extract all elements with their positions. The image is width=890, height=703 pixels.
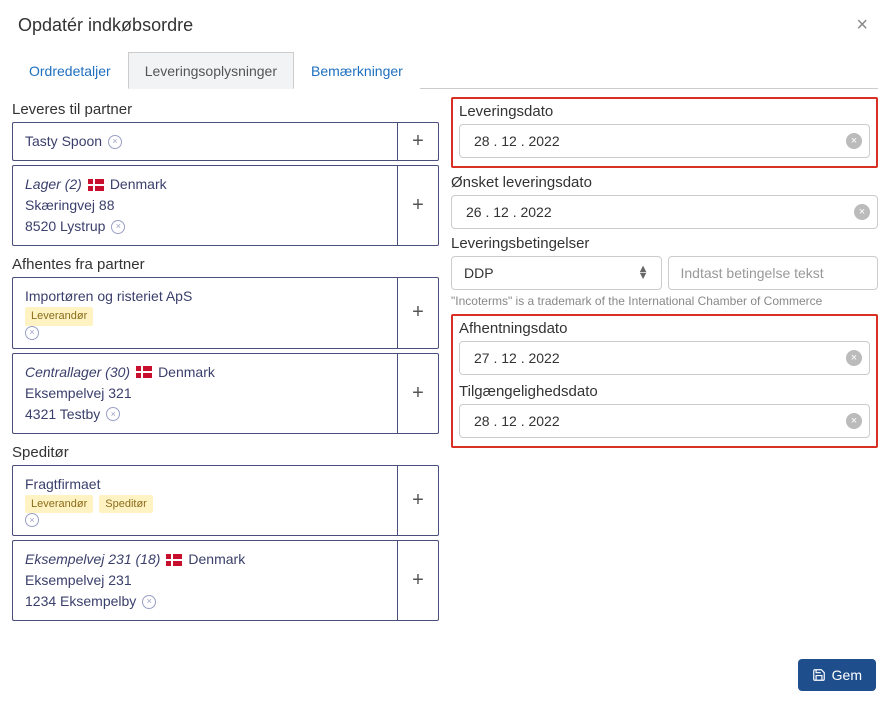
delivery-date-block: Leveringsdato × [451,97,878,168]
availability-date-input[interactable] [459,404,870,438]
delivery-date-label: Leveringsdato [459,103,870,120]
clear-icon[interactable]: × [25,513,39,527]
address-city: 1234 Eksempelby [25,591,136,612]
supplier-chip: Leverandør [25,495,93,514]
address-street: Eksempelvej 321 [25,383,132,404]
tab-delivery-info[interactable]: Leveringsoplysninger [128,52,294,89]
requested-date-label: Ønsket leveringsdato [451,174,878,191]
tab-order-details[interactable]: Ordredetaljer [12,52,128,89]
forwarder-address-card: Eksempelvej 231 (18) Denmark Eksempelvej… [12,540,397,621]
add-forwarder-partner-button[interactable]: + [397,465,439,537]
conditions-text-input[interactable] [668,256,879,290]
save-button[interactable]: Gem [798,659,876,691]
clear-input-icon[interactable]: × [854,204,870,220]
select-arrows-icon: ▲▼ [638,266,649,279]
address-name: Centrallager (30) [25,362,130,383]
clear-icon[interactable]: × [108,135,122,149]
conditions-label: Leveringsbetingelser [451,235,878,252]
address-city: 4321 Testby [25,404,100,425]
conditions-value: DDP [464,265,494,281]
address-country: Denmark [188,549,245,570]
forwarder-partner-card: Fragtfirmaet Leverandør Speditør × [12,465,397,537]
requested-date-block: Ønsket leveringsdato × [451,174,878,229]
clear-input-icon[interactable]: × [846,133,862,149]
add-pickup-address-button[interactable]: + [397,353,439,434]
clear-icon[interactable]: × [142,595,156,609]
deliver-to-address-card: Lager (2) Denmark Skæringvej 88 8520 Lys… [12,165,397,246]
address-name: Lager (2) [25,174,82,195]
add-deliver-address-button[interactable]: + [397,165,439,246]
supplier-chip: Leverandør [25,307,93,326]
conditions-hint: "Incoterms" is a trademark of the Intern… [451,294,878,308]
address-street: Skæringvej 88 [25,195,115,216]
save-icon [812,668,826,682]
pickup-address-card: Centrallager (30) Denmark Eksempelvej 32… [12,353,397,434]
address-country: Denmark [110,174,167,195]
clear-icon[interactable]: × [106,407,120,421]
close-icon[interactable]: × [852,14,872,37]
flag-denmark-icon [166,554,182,566]
forwarder-partner-name: Fragtfirmaet [25,474,100,495]
pickup-availability-block: Afhentningsdato × Tilgængelighedsdato × [451,314,878,448]
save-button-label: Gem [832,667,862,683]
address-street: Eksempelvej 231 [25,570,132,591]
deliver-to-label: Leveres til partner [12,101,439,118]
availability-date-label: Tilgængelighedsdato [459,383,870,400]
add-pickup-partner-button[interactable]: + [397,277,439,349]
pickup-from-label: Afhentes fra partner [12,256,439,273]
clear-input-icon[interactable]: × [846,413,862,429]
delivery-date-input[interactable] [459,124,870,158]
address-name: Eksempelvej 231 (18) [25,549,160,570]
address-city: 8520 Lystrup [25,216,105,237]
requested-date-input[interactable] [451,195,878,229]
clear-input-icon[interactable]: × [846,350,862,366]
forwarder-label: Speditør [12,444,439,461]
tab-remarks[interactable]: Bemærkninger [294,52,420,89]
deliver-to-partner-card: Tasty Spoon × [12,122,397,161]
address-country: Denmark [158,362,215,383]
forwarder-chip: Speditør [99,495,153,514]
conditions-select[interactable]: DDP ▲▼ [451,256,662,290]
pickup-partner-card: Importøren og risteriet ApS Leverandør × [12,277,397,349]
modal-title: Opdatér indkøbsordre [18,15,193,36]
add-deliver-partner-button[interactable]: + [397,122,439,161]
flag-denmark-icon [136,366,152,378]
pickup-partner-name: Importøren og risteriet ApS [25,286,192,307]
flag-denmark-icon [88,179,104,191]
pickup-date-label: Afhentningsdato [459,320,870,337]
deliver-to-partner-name: Tasty Spoon [25,131,102,152]
clear-icon[interactable]: × [25,326,39,340]
pickup-date-input[interactable] [459,341,870,375]
tabs: Ordredetaljer Leveringsoplysninger Bemær… [12,51,878,89]
add-forwarder-address-button[interactable]: + [397,540,439,621]
clear-icon[interactable]: × [111,220,125,234]
conditions-block: Leveringsbetingelser DDP ▲▼ "Incoterms" … [451,235,878,308]
